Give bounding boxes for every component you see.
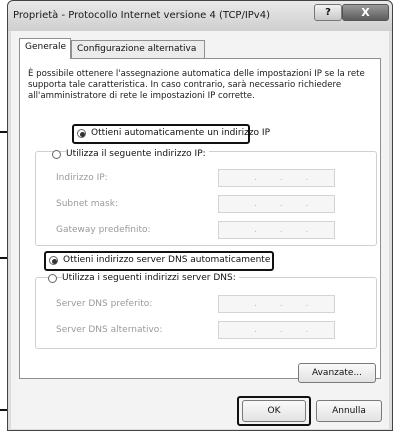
label-gateway: Gateway predefinito: [56,225,151,235]
ok-button[interactable]: OK [242,400,306,422]
input-indirizzo-ip[interactable]: . . . [218,169,335,187]
cancel-button[interactable]: Annulla [316,400,382,422]
input-gateway[interactable]: . . . [218,221,335,239]
advanced-button[interactable]: Avanzate... [298,363,376,383]
description-text: È possibile ottenere l'assegnazione auto… [28,69,365,101]
help-button[interactable]: ? [314,4,342,21]
label-dns-preferito: Server DNS preferito: [56,299,153,309]
octet-separators: . . . [254,325,309,335]
tab-generale[interactable]: Generale [19,38,71,59]
input-subnet-mask[interactable]: . . . [218,195,335,213]
octet-separators: . . . [254,225,309,235]
label-indirizzo-ip: Indirizzo IP: [56,173,108,183]
radio-auto-ip[interactable] [77,129,86,138]
input-dns-preferito[interactable]: . . . [218,295,335,313]
octet-separators: . . . [254,199,309,209]
label-subnet-mask: Subnet mask: [56,199,118,209]
octet-separators: . . . [254,173,309,183]
label-auto-ip[interactable]: Ottieni automaticamente un indirizzo IP [91,128,270,138]
label-dns-alternativo: Server DNS alternativo: [56,325,163,335]
octet-separators: . . . [254,299,309,309]
tab-configurazione-alternativa[interactable]: Configurazione alternativa [71,40,205,59]
radio-manual-dns[interactable] [48,274,57,283]
label-auto-dns[interactable]: Ottieni indirizzo server DNS automaticam… [63,255,270,265]
tab-panel-generale: È possibile ottenere l'assegnazione auto… [19,58,381,383]
radio-auto-dns[interactable] [49,256,58,265]
close-button[interactable]: X [342,4,389,21]
label-manual-ip[interactable]: Utilizza il seguente indirizzo IP: [66,149,209,159]
window-title: Proprietà - Protocollo Internet versione… [13,10,270,21]
input-dns-alternativo[interactable]: . . . [218,321,335,339]
dialog-body: Generale Configurazione alternativa È po… [11,31,389,429]
title-bar: Proprietà - Protocollo Internet versione… [8,1,392,31]
dialog-window: Proprietà - Protocollo Internet versione… [7,0,393,431]
label-manual-dns[interactable]: Utilizza i seguenti indirizzi server DNS… [62,273,239,283]
radio-manual-ip[interactable] [52,150,61,159]
